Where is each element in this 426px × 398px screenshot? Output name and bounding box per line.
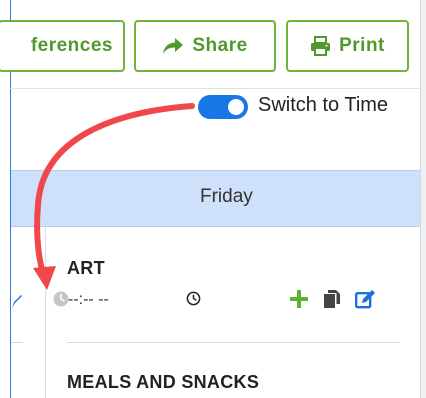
activity-divider	[67, 342, 400, 343]
share-button-label: Share	[192, 35, 248, 56]
clock-icon[interactable]	[186, 291, 201, 311]
activity-title: ART	[67, 258, 105, 278]
scrollbar-track[interactable]	[420, 0, 426, 398]
preferences-button[interactable]: ferences	[0, 20, 125, 72]
activity-actions	[289, 289, 377, 314]
column-divider	[45, 227, 46, 398]
plus-icon[interactable]	[289, 289, 309, 314]
switch-to-time-toggle[interactable]	[198, 95, 248, 119]
toolbar-divider	[10, 88, 420, 89]
print-button[interactable]: Print	[286, 20, 409, 72]
day-column-header: Friday	[200, 186, 253, 207]
switch-to-time-label: Switch to Time	[258, 94, 389, 116]
copy-icon[interactable]	[323, 289, 341, 314]
meals-and-snacks-title: MEALS AND SNACKS	[67, 372, 260, 392]
activity-time-input[interactable]: --:-- --	[68, 291, 109, 309]
printer-icon	[310, 36, 331, 56]
preferences-button-label: ferences	[30, 35, 113, 56]
toggle-knob	[228, 99, 244, 115]
row-divider	[11, 342, 23, 343]
edit-icon[interactable]	[355, 289, 377, 314]
print-button-label: Print	[339, 35, 385, 56]
share-arrow-icon	[162, 37, 184, 55]
share-button[interactable]: Share	[134, 20, 276, 72]
clock-icon	[53, 291, 69, 312]
edit-icon[interactable]	[12, 292, 22, 315]
